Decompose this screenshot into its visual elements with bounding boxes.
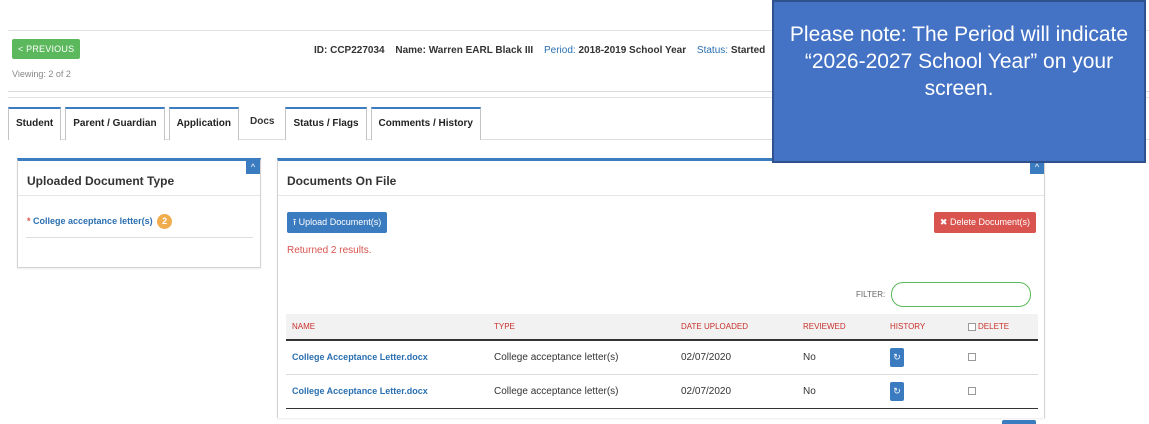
date-uploaded: 02/07/2020 [675, 340, 797, 375]
history-icon[interactable]: ↻ [890, 381, 904, 401]
pagination-button[interactable] [1002, 420, 1036, 424]
divider [278, 195, 1044, 196]
column-header-history: HISTORY [884, 314, 962, 341]
student-name: Name: Warren EARL Black III [395, 45, 534, 56]
count-badge: 2 [157, 214, 173, 229]
delete-checkbox[interactable] [968, 353, 976, 362]
divider [26, 237, 253, 238]
close-icon: ✖ [939, 217, 948, 227]
date-uploaded: 02/07/2020 [675, 374, 797, 409]
chevron-up-icon[interactable]: ^ [246, 160, 260, 174]
history-icon[interactable]: ↻ [890, 347, 904, 367]
table-header-row: NAME TYPE DATE UPLOADED REVIEWED HISTORY… [286, 314, 1038, 341]
column-header-delete: DELETE [962, 314, 1038, 341]
document-name-link[interactable]: College Acceptance Letter.docx [286, 374, 488, 409]
tab-parent-guardian[interactable]: Parent / Guardian [65, 107, 165, 140]
panel-title: Documents On File [287, 174, 397, 188]
tab-docs[interactable]: Docs [243, 107, 281, 140]
document-type: College acceptance letter(s) [488, 374, 675, 409]
table-row: College Acceptance Letter.docx College a… [286, 340, 1038, 375]
table-row: College Acceptance Letter.docx College a… [286, 374, 1038, 409]
document-name-link[interactable]: College Acceptance Letter.docx [286, 340, 488, 375]
documents-table: NAME TYPE DATE UPLOADED REVIEWED HISTORY… [286, 314, 1038, 409]
tab-status-flags[interactable]: Status / Flags [285, 107, 367, 140]
previous-button[interactable]: < PREVIOUS [12, 39, 81, 59]
column-header-date-uploaded[interactable]: DATE UPLOADED [675, 314, 797, 341]
delete-documents-button[interactable]: ✖ Delete Document(s) [933, 212, 1036, 233]
column-header-name[interactable]: NAME [286, 314, 488, 341]
tab-application[interactable]: Application [168, 107, 240, 140]
select-all-checkbox[interactable] [968, 322, 976, 331]
column-header-type[interactable]: TYPE [488, 314, 675, 341]
student-id: ID: CCP227034 [314, 45, 385, 56]
delete-checkbox[interactable] [968, 386, 976, 395]
required-marker: * [27, 215, 31, 226]
period-value: 2018-2019 School Year [578, 45, 687, 56]
uploaded-document-type-panel: ^ Uploaded Document Type * College accep… [17, 158, 261, 268]
upload-documents-button[interactable]: ⭱ Upload Document(s) [287, 212, 388, 233]
panel-title: Uploaded Document Type [27, 174, 175, 188]
filter-label: FILTER: [856, 290, 886, 299]
upload-icon: ⭱ [293, 217, 297, 227]
period-note-callout: Please note: The Period will indicate “2… [772, 0, 1146, 163]
history-cell: ↻ [884, 340, 962, 375]
filter-input[interactable] [891, 282, 1031, 307]
history-cell: ↻ [884, 374, 962, 409]
reviewed-status: No [797, 340, 884, 375]
tab-comments-history[interactable]: Comments / History [370, 107, 481, 140]
document-type: College acceptance letter(s) [488, 340, 675, 375]
column-header-reviewed[interactable]: REVIEWED [797, 314, 884, 341]
document-type-item[interactable]: * College acceptance letter(s) 2 [27, 214, 173, 229]
viewing-count: Viewing: 2 of 2 [12, 69, 71, 79]
document-type-label: College acceptance letter(s) [33, 215, 153, 226]
tab-student[interactable]: Student [8, 107, 62, 140]
period-label: Period: [543, 45, 576, 56]
reviewed-status: No [797, 374, 884, 409]
student-summary: ID: CCP227034 Name: Warren EARL Black II… [314, 45, 765, 56]
delete-cell [962, 340, 1038, 375]
delete-cell [962, 374, 1038, 409]
status-label: Status: [696, 45, 729, 56]
results-count: Returned 2 results. [287, 245, 372, 256]
documents-on-file-panel: ^ Documents On File ⭱ Upload Document(s)… [277, 158, 1045, 424]
status-value: Started [730, 45, 766, 56]
divider [18, 195, 260, 196]
